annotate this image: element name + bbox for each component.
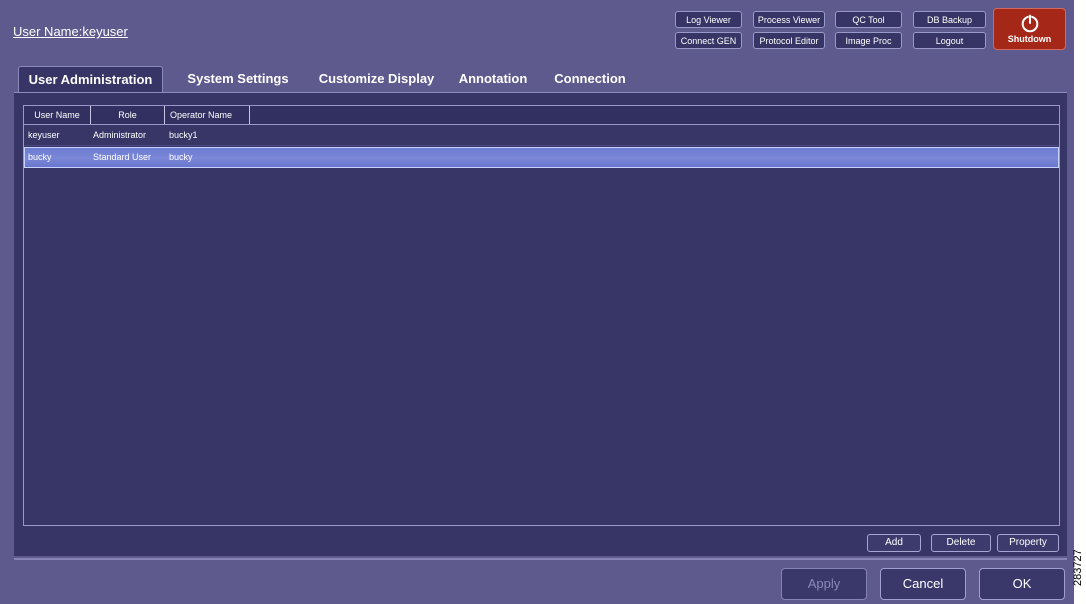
protocol-editor-button[interactable]: Protocol Editor — [753, 32, 825, 49]
table-row-selected[interactable]: bucky Standard User bucky — [24, 147, 1059, 168]
user-table[interactable]: User Name Role Operator Name keyuser Adm… — [23, 105, 1060, 526]
db-backup-button[interactable]: DB Backup — [913, 11, 986, 28]
property-button[interactable]: Property — [997, 534, 1059, 552]
logout-button[interactable]: Logout — [913, 32, 986, 49]
process-viewer-button[interactable]: Process Viewer — [753, 11, 825, 28]
tab-connection[interactable]: Connection — [545, 66, 635, 92]
tab-user-administration[interactable]: User Administration — [18, 66, 163, 92]
cell-role: Administrator — [93, 130, 147, 140]
footer-divider — [14, 558, 1067, 560]
delete-button[interactable]: Delete — [931, 534, 991, 552]
cell-user-name: keyuser — [28, 130, 60, 140]
shutdown-label: Shutdown — [1007, 34, 1052, 44]
user-name-label[interactable]: User Name:keyuser — [13, 24, 128, 39]
ok-button[interactable]: OK — [979, 568, 1065, 600]
column-operator-name[interactable]: Operator Name — [165, 106, 250, 124]
shutdown-button[interactable]: Shutdown — [993, 8, 1066, 50]
cell-operator-name: bucky1 — [169, 130, 198, 140]
table-header: User Name Role Operator Name — [24, 106, 1059, 125]
tab-system-settings[interactable]: System Settings — [176, 66, 300, 92]
cell-user-name: bucky — [28, 152, 52, 162]
connect-gen-button[interactable]: Connect GEN — [675, 32, 742, 49]
add-button[interactable]: Add — [867, 534, 921, 552]
qc-tool-button[interactable]: QC Tool — [835, 11, 902, 28]
cell-role: Standard User — [93, 152, 152, 162]
tab-annotation[interactable]: Annotation — [450, 66, 536, 92]
figure-number: 283727 — [1072, 549, 1084, 586]
power-icon — [1021, 14, 1038, 33]
apply-button[interactable]: Apply — [781, 568, 867, 600]
log-viewer-button[interactable]: Log Viewer — [675, 11, 742, 28]
image-proc-button[interactable]: Image Proc — [835, 32, 902, 49]
cancel-button[interactable]: Cancel — [880, 568, 966, 600]
tab-customize-display[interactable]: Customize Display — [310, 66, 443, 92]
app-window: User Name:keyuser Log Viewer Process Vie… — [0, 0, 1074, 604]
table-row[interactable]: keyuser Administrator bucky1 — [24, 125, 1059, 146]
user-admin-panel: User Name Role Operator Name keyuser Adm… — [14, 92, 1067, 556]
column-user-name[interactable]: User Name — [24, 106, 91, 124]
column-role[interactable]: Role — [91, 106, 165, 124]
cell-operator-name: bucky — [169, 152, 193, 162]
